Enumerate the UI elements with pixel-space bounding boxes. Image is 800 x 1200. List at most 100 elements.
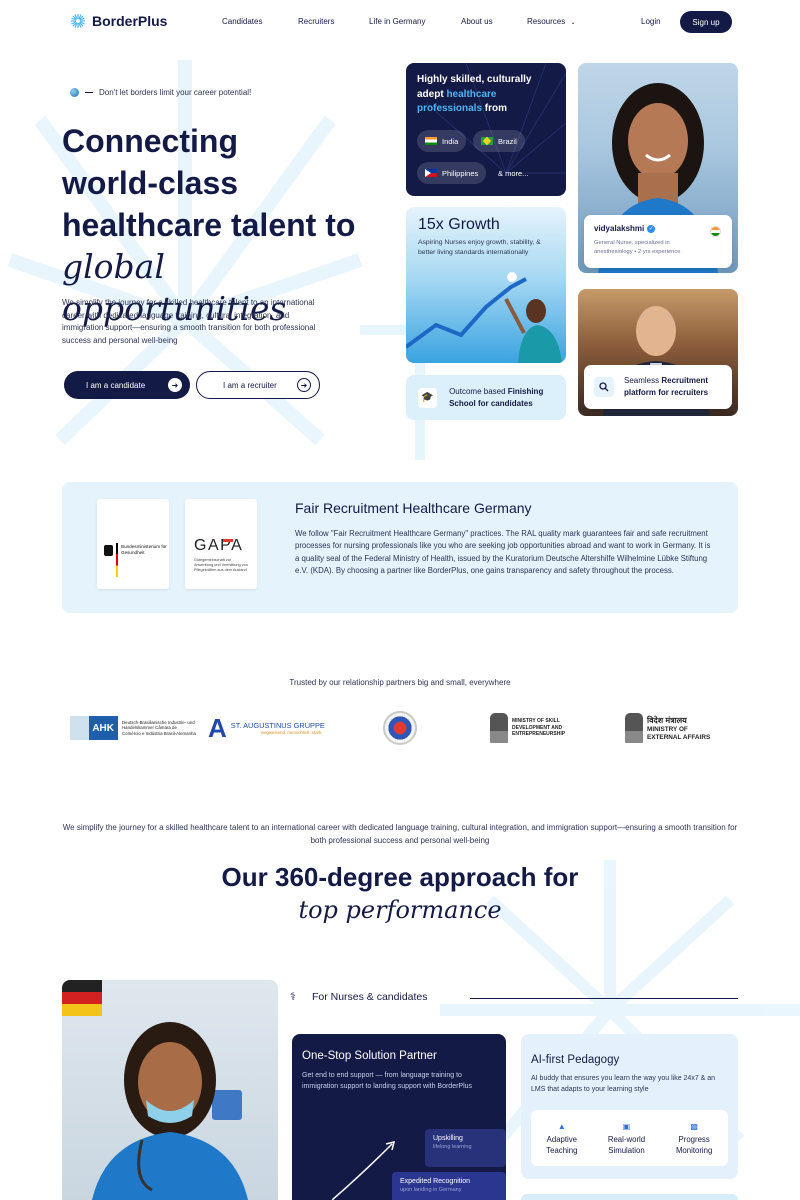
verified-badge-icon: ✓ (647, 224, 656, 233)
ahk-logo-mark: AHK (70, 716, 118, 740)
expedited-card: Expedited Recognition upon landing in Ge… (392, 1172, 506, 1200)
arrow-right-icon: ➜ (168, 378, 182, 392)
skilled-professionals-card: Highly skilled, culturally adept healthc… (406, 63, 566, 196)
hierarchy-icon: ▲ (557, 1121, 566, 1131)
country-label: Philippines (442, 168, 479, 178)
onestop-title: One-Stop Solution Partner (302, 1050, 437, 1062)
nurse-photo-2 (62, 980, 278, 1200)
approach-intro: We simplify the journey for a skilled he… (62, 823, 738, 845)
profile-role: General Nurse, specialized in anesthesio… (594, 240, 681, 255)
bmg-logo: Bundesministerium für Gesundheit (97, 499, 169, 589)
brazil-flag-icon (481, 136, 493, 146)
sunburst-logo-icon (71, 14, 85, 28)
brand-logo[interactable]: BorderPlus (70, 13, 167, 29)
ai-features: ▲ Adaptive Teaching ▣ Real-world Simulat… (531, 1110, 728, 1166)
country-chip-brazil: Brazil (473, 130, 525, 152)
profile-name-row: vidyalakshmi ✓ (594, 224, 656, 233)
brand-name: BorderPlus (92, 13, 168, 29)
expedited-sub: upon landing in Germany (400, 1187, 462, 1193)
upskilling-card: Upskilling lifelong learning (425, 1129, 506, 1167)
ai-feature-label: Progress Monitoring (675, 1134, 713, 1155)
partners-heading: Trusted by our relationship partners big… (289, 678, 511, 687)
skilled-card-title: Highly skilled, culturally adept healthc… (417, 73, 557, 117)
recruiter-button-label: I am a recruiter (223, 380, 277, 390)
profile-name: vidyalakshmi (594, 224, 645, 233)
finishing-school-card: 🎓 Outcome based Finishing School for can… (406, 375, 566, 420)
german-flag-bar (116, 543, 118, 577)
augustinus-tag: wegweisend. menschlich. stark. (260, 730, 323, 735)
fair-body: We follow "Fair Recruitment Healthcare G… (295, 529, 711, 576)
hero-title-line2: world-class (62, 165, 239, 201)
ashoka-emblem-icon (490, 713, 508, 743)
nav-resources[interactable]: Resources ⌄ (527, 17, 576, 26)
philippines-flag-icon (425, 169, 437, 177)
partner-st-augustinus: A ST. AUGUSTINUS GRUPPE wegweisend. mens… (208, 710, 325, 746)
mea-text: विदेश मंत्रालय MINISTRY OF EXTERNAL AFFA… (647, 715, 723, 741)
country-label: Brazil (498, 136, 517, 146)
country-chip-more: & more... (490, 162, 536, 184)
onestop-desc: Get end to end support — from language t… (302, 1072, 473, 1090)
finishing-text: Outcome based Finishing School for candi… (449, 386, 554, 410)
growth-card: 15x Growth Aspiring Nurses enjoy growth,… (406, 207, 566, 363)
next-card-peek (521, 1194, 738, 1200)
ahk-mark-text: AHK (92, 722, 114, 734)
india-flag-icon (425, 137, 437, 145)
bmg-logo-text: Bundesministerium für Gesundheit (121, 544, 167, 555)
ai-feature-adaptive: ▲ Adaptive Teaching (540, 1121, 584, 1156)
country-chip-india: India (417, 130, 467, 152)
candidate-button-label: I am a candidate (86, 380, 146, 390)
nav-recruiters[interactable]: Recruiters (298, 17, 334, 26)
for-nurses-label: For Nurses & candidates (311, 990, 428, 1003)
bar-chart-icon: ▩ (690, 1121, 698, 1131)
augustinus-text: ST. AUGUSTINUS GRUPPE wegweisend. mensch… (231, 721, 325, 735)
candidate-button[interactable]: I am a candidate ➜ (64, 371, 190, 399)
ai-feature-label: Real-world Simulation (607, 1134, 646, 1155)
country-chip-philippines: Philippines (417, 162, 487, 184)
arrow-right-icon: ➜ (297, 378, 311, 392)
augustinus-name: ST. AUGUSTINUS GRUPPE (230, 721, 325, 730)
graduation-cap-icon: 🎓 (418, 387, 438, 408)
expedited-label: Expedited Recognition (400, 1178, 471, 1185)
ai-feature-simulation: ▣ Real-world Simulation (601, 1121, 651, 1156)
growth-chart-illustration (406, 272, 562, 363)
signup-button[interactable]: Sign up (680, 11, 732, 33)
globe-icon (70, 88, 79, 97)
upskilling-sub: lifelong learning (433, 1144, 472, 1150)
approach-title: Our 360-degree approach for (221, 862, 579, 892)
tagline-text: Don't let borders limit your career pote… (99, 88, 252, 97)
login-link[interactable]: Login (641, 17, 661, 26)
approach-subtitle: top performance (298, 896, 502, 924)
augustinus-a-icon: A (208, 713, 227, 743)
partner-ahk: AHK Deutsch-Brasilianische Industrie- un… (70, 710, 196, 746)
ahk-text: Deutsch-Brasilianische Industrie- und Ha… (122, 719, 196, 736)
partner-seal (383, 710, 417, 746)
mea-hindi: विदेश मंत्रालय (647, 715, 687, 725)
ai-desc: AI buddy that ensures you learn the way … (531, 1075, 716, 1093)
government-seal-icon (383, 711, 417, 745)
section-divider (470, 998, 738, 999)
recruitment-platform-card: Seamless Recruitment platform for recrui… (584, 365, 732, 409)
gapa-title-text: GAPA (194, 537, 244, 554)
german-eagle-icon (104, 545, 113, 556)
nav-candidates[interactable]: Candidates (222, 17, 262, 26)
hero-title-line1: Connecting (62, 123, 238, 159)
gapa-logo: GAPA Gütegemeinschaft zur Anwerbung und … (185, 499, 257, 589)
skilled-title-post: from (482, 103, 508, 114)
msde-text: MINISTRY OF SKILL DEVELOPMENT AND ENTREP… (512, 718, 566, 738)
hero-tagline: Don't let borders limit your career pote… (70, 88, 251, 97)
nav-resources-label: Resources (527, 17, 566, 26)
gapa-accent-bar (223, 539, 233, 542)
nav-about-us[interactable]: About us (461, 17, 493, 26)
ai-pedagogy-card: AI-first Pedagogy AI buddy that ensures … (521, 1034, 738, 1179)
one-stop-card: One-Stop Solution Partner Get end to end… (292, 1034, 506, 1200)
monitor-icon: ▣ (622, 1121, 631, 1131)
ai-feature-label: Adaptive Teaching (546, 1134, 578, 1155)
nav-life-in-germany[interactable]: Life in Germany (369, 17, 425, 26)
recruit-text: Seamless Recruitment platform for recrui… (624, 375, 718, 399)
ai-feature-monitoring: ▩ Progress Monitoring (669, 1121, 719, 1156)
chevron-down-icon: ⌄ (570, 20, 576, 26)
country-label: India (442, 136, 459, 146)
mea-english: MINISTRY OF EXTERNAL AFFAIRS (647, 725, 711, 741)
recruiter-button[interactable]: I am a recruiter ➜ (196, 371, 320, 399)
finishing-pre: Outcome based (449, 386, 508, 396)
